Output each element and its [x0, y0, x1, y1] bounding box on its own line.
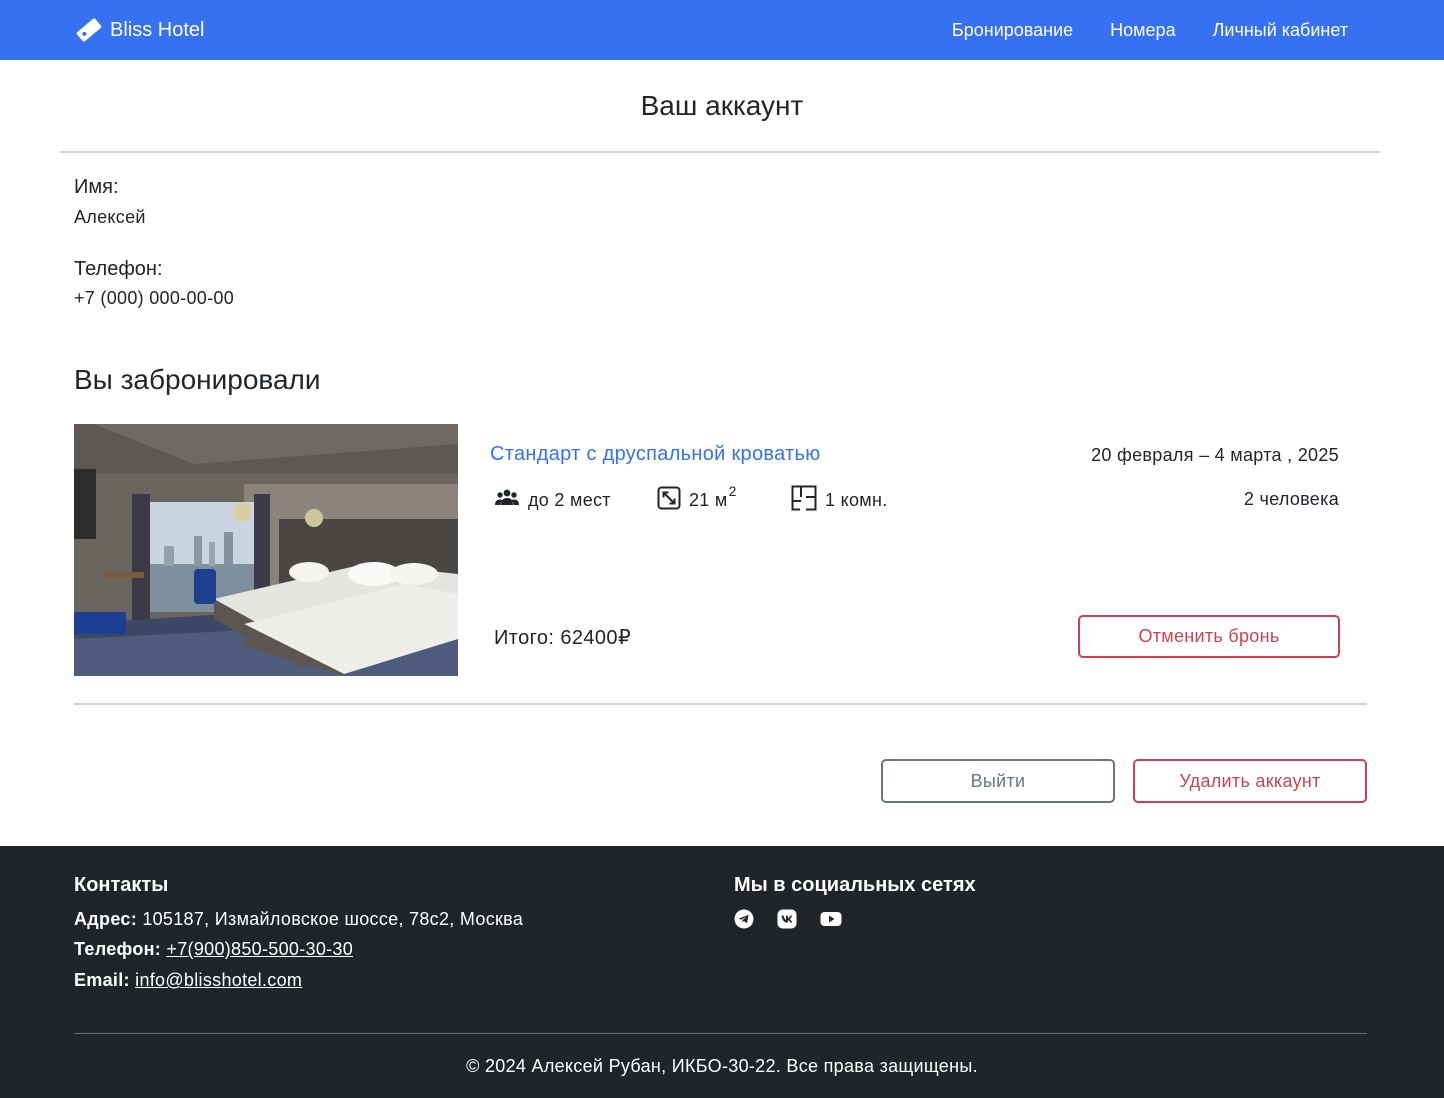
- social-heading: Мы в социальных сетях: [734, 874, 976, 896]
- nav-link-account[interactable]: Личный кабинет: [1213, 20, 1348, 41]
- phone-label: Телефон:: [74, 258, 163, 280]
- nav-menu: Бронирование Номера Личный кабинет: [915, 0, 1348, 60]
- name-label: Имя:: [74, 176, 119, 198]
- capacity-text: до 2 мест: [528, 489, 611, 510]
- brand-link[interactable]: Bliss Hotel: [74, 14, 204, 46]
- divider: [60, 151, 1380, 153]
- delete-account-button[interactable]: Удалить аккаунт: [1133, 759, 1367, 803]
- booking-guests: 2 человека: [1243, 489, 1339, 509]
- phone-line: Телефон: +7(900)850-500-30-30: [74, 939, 353, 960]
- people-icon: [494, 488, 528, 513]
- footer-phone-label: Телефон:: [74, 939, 162, 959]
- rooms-feature: 1 комн.: [791, 485, 888, 515]
- footer-phone-link[interactable]: +7(900)850-500-30-30: [166, 939, 353, 959]
- brand-name: Bliss Hotel: [110, 18, 205, 41]
- bookings-title: Вы забронировали: [74, 364, 321, 395]
- ticket-icon: [74, 15, 104, 45]
- phone-value: +7 (000) 000-00-00: [74, 288, 235, 308]
- room-photo: [74, 424, 458, 676]
- capacity-feature: до 2 мест: [494, 485, 611, 515]
- copyright: © 2024 Алексей Рубан, ИКБО-30-22. Все пр…: [466, 1056, 978, 1076]
- email-label: Email:: [74, 970, 130, 990]
- rooms-text: 1 комн.: [825, 489, 888, 510]
- page-title: Ваш аккаунт: [640, 90, 804, 121]
- logout-button[interactable]: Выйти: [881, 759, 1115, 803]
- room-title-link[interactable]: Стандарт с друспальной кроватью: [490, 443, 821, 466]
- footer: Контакты Адрес: 105187, Измайловское шос…: [0, 846, 1444, 1098]
- name-value: Алексей: [74, 207, 146, 227]
- floor-plan-icon: [791, 485, 825, 516]
- footer-divider: [74, 1033, 1367, 1034]
- email-line: Email: info@blisshotel.com: [74, 970, 302, 991]
- booking-total: Итого: 62400₽: [494, 627, 632, 649]
- area-unit-superscript: 2: [728, 483, 737, 499]
- navbar: Bliss Hotel Бронирование Номера Личный к…: [0, 0, 1444, 60]
- booking-dates: 20 февраля – 4 марта , 2025: [1091, 445, 1339, 465]
- social-links: [734, 909, 863, 929]
- address-line: Адрес: 105187, Измайловское шоссе, 78с2,…: [74, 909, 523, 930]
- youtube-icon[interactable]: [820, 909, 842, 929]
- area-feature: 21 м2: [657, 483, 737, 515]
- telegram-icon[interactable]: [734, 909, 754, 929]
- nav-link-rooms[interactable]: Номера: [1110, 20, 1175, 41]
- address-value: 105187, Измайловское шоссе, 78с2, Москва: [142, 909, 524, 929]
- area-text: 21 м: [689, 489, 728, 510]
- expand-diagonal-icon: [657, 486, 689, 515]
- divider: [74, 703, 1367, 705]
- nav-link-booking[interactable]: Бронирование: [952, 20, 1073, 41]
- contacts-heading: Контакты: [74, 874, 169, 896]
- cancel-booking-button[interactable]: Отменить бронь: [1078, 615, 1340, 658]
- vk-icon[interactable]: [777, 909, 797, 929]
- email-link[interactable]: info@blisshotel.com: [135, 970, 302, 990]
- address-label: Адрес:: [74, 909, 137, 929]
